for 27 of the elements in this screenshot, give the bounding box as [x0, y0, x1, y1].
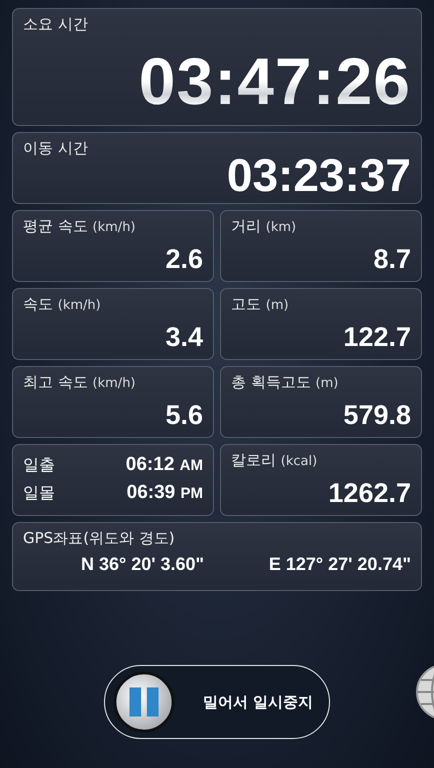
stat-value: 2.6: [165, 246, 203, 273]
stat-value: 5.6: [165, 402, 203, 429]
sun-time-value: 06:12 AM: [126, 454, 203, 476]
total-time-label: 소요 시간: [23, 15, 89, 34]
gps-label: GPS좌표(위도와 경도): [23, 529, 176, 548]
stat-value: 579.8: [343, 402, 411, 429]
sun-time-label: 일몰: [23, 483, 55, 504]
moving-time-label: 이동 시간: [23, 139, 89, 158]
stat-value: 122.7: [343, 324, 411, 351]
sun-time-label: 일출: [23, 455, 55, 476]
stat-label: 속도 (km/h): [23, 295, 102, 314]
pause-slider[interactable]: 밀어서 일시중지: [104, 665, 330, 739]
stat-value: 8.7: [373, 246, 411, 273]
stat-label: 칼로리 (kcal): [231, 451, 318, 470]
stat-label: 고도 (m): [231, 295, 290, 314]
latitude-value: N 36° 20' 3.60": [81, 554, 204, 575]
pause-icon[interactable]: [113, 671, 175, 733]
stat-label: 거리 (km): [231, 217, 298, 236]
longitude-value: E 127° 27' 20.74": [268, 554, 411, 575]
stat-label: 평균 속도 (km/h): [23, 217, 137, 236]
pause-slider-label: 밀어서 일시중지: [203, 692, 314, 712]
stat-label: 최고 속도 (km/h): [23, 373, 137, 392]
moving-time-value: 03:23:37: [226, 152, 411, 198]
stat-value: 3.4: [165, 324, 203, 351]
stat-value: 1262.7: [328, 480, 411, 507]
sun-time-value: 06:39 PM: [126, 482, 203, 504]
stat-label: 총 획득고도 (m): [231, 373, 340, 392]
